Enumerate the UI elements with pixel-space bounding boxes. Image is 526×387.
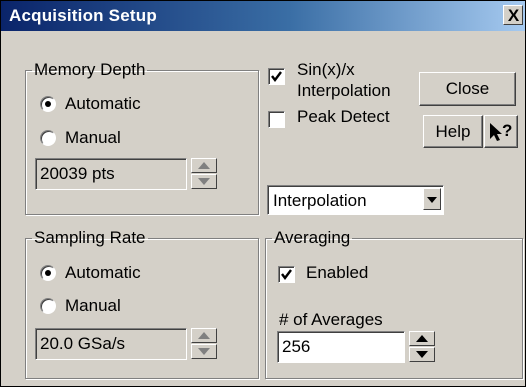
sampling-rate-legend: Sampling Rate xyxy=(34,228,146,247)
peak-detect-checkbox[interactable] xyxy=(268,111,285,128)
memory-manual-label[interactable]: Manual xyxy=(65,128,121,148)
averages-up-button[interactable] xyxy=(409,331,435,346)
up-arrow-icon xyxy=(416,335,428,342)
memory-depth-field[interactable]: 20039 pts xyxy=(35,158,187,190)
interpolation-select-value: Interpolation xyxy=(273,191,367,210)
close-window-button[interactable]: X xyxy=(503,5,523,25)
chevron-down-icon xyxy=(427,197,437,203)
sampling-rate-field[interactable]: 20.0 GSa/s xyxy=(35,328,187,360)
averages-count-spinner xyxy=(409,331,435,363)
up-arrow-icon xyxy=(198,162,210,169)
whats-this-button[interactable]: ? xyxy=(484,115,518,148)
radio-selected-dot xyxy=(45,270,51,276)
memory-depth-spinner xyxy=(191,158,217,190)
sinx-label-line1[interactable]: Sin(x)/x xyxy=(297,60,355,80)
memory-up-button[interactable] xyxy=(191,158,217,173)
close-button[interactable]: Close xyxy=(419,72,516,106)
down-arrow-icon xyxy=(416,351,428,358)
sampling-up-button[interactable] xyxy=(191,328,217,343)
title-bar[interactable]: Acquisition Setup X xyxy=(1,1,525,31)
averaging-enabled-checkbox[interactable] xyxy=(278,266,295,283)
sampling-manual-radio[interactable] xyxy=(40,298,56,314)
averages-down-button[interactable] xyxy=(409,347,435,362)
checkmark-icon xyxy=(271,71,282,82)
sinx-label-line2[interactable]: Interpolation xyxy=(297,81,391,101)
averaging-enabled-label[interactable]: Enabled xyxy=(306,263,368,283)
sampling-down-button[interactable] xyxy=(191,344,217,359)
up-arrow-icon xyxy=(198,332,210,339)
sampling-rate-spinner xyxy=(191,328,217,360)
acquisition-setup-dialog: Acquisition Setup X Memory Depth Automat… xyxy=(0,0,526,387)
peak-detect-label[interactable]: Peak Detect xyxy=(297,107,390,127)
memory-depth-legend: Memory Depth xyxy=(34,60,146,79)
help-button[interactable]: Help xyxy=(423,115,483,148)
down-arrow-icon xyxy=(198,348,210,355)
memory-automatic-radio[interactable] xyxy=(40,96,56,112)
down-arrow-icon xyxy=(198,178,210,185)
interpolation-select[interactable]: Interpolation xyxy=(267,185,444,215)
averages-count-field[interactable]: 256 xyxy=(277,331,405,363)
memory-down-button[interactable] xyxy=(191,174,217,189)
memory-depth-group: Memory Depth xyxy=(25,61,259,215)
averaging-legend: Averaging xyxy=(274,228,351,247)
sampling-manual-label[interactable]: Manual xyxy=(65,296,121,316)
memory-manual-radio[interactable] xyxy=(40,130,56,146)
memory-automatic-label[interactable]: Automatic xyxy=(65,94,141,114)
radio-selected-dot xyxy=(45,101,51,107)
whats-this-question-mark: ? xyxy=(502,121,513,140)
sampling-automatic-radio[interactable] xyxy=(40,265,56,281)
dropdown-arrow-button[interactable] xyxy=(423,188,441,210)
sinx-interpolation-checkbox[interactable] xyxy=(268,68,285,85)
averages-count-label: # of Averages xyxy=(279,310,383,329)
sampling-automatic-label[interactable]: Automatic xyxy=(65,263,141,283)
checkmark-icon xyxy=(281,269,292,280)
window-title: Acquisition Setup xyxy=(9,6,157,25)
